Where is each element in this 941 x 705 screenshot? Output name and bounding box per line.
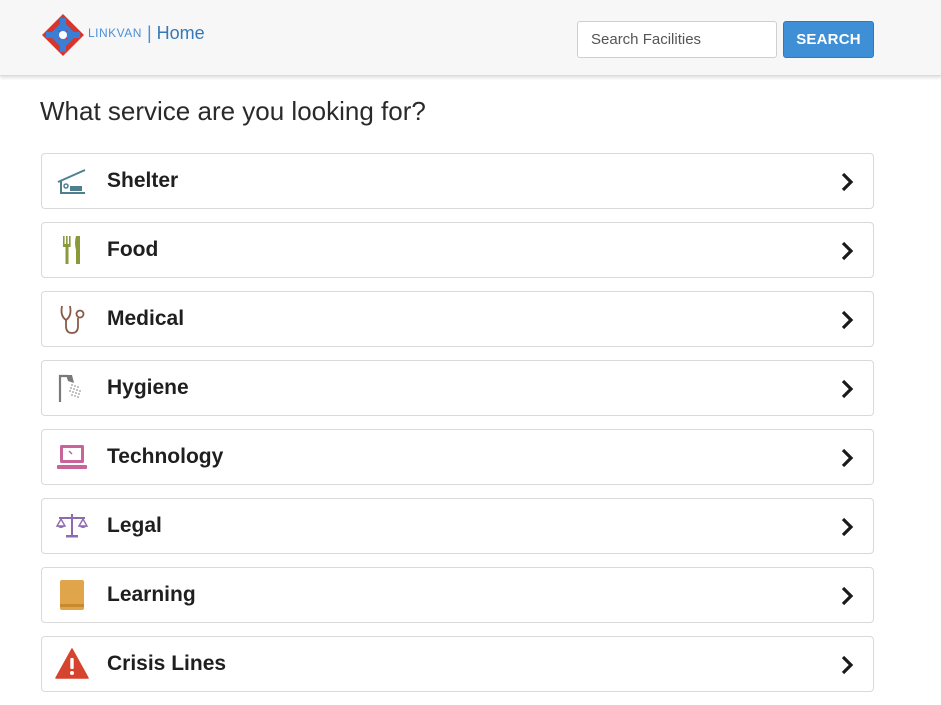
service-label: Hygiene — [107, 376, 189, 399]
service-item-technology[interactable]: Technology — [41, 429, 874, 485]
laptop-icon — [54, 440, 90, 474]
home-link[interactable]: Home — [157, 23, 205, 44]
stethoscope-icon — [54, 302, 90, 336]
chevron-right-icon — [841, 586, 854, 606]
shower-icon — [54, 371, 90, 405]
scales-icon — [54, 509, 90, 543]
service-label: Medical — [107, 307, 185, 330]
service-label: Shelter — [107, 169, 179, 192]
service-label: Technology — [107, 445, 224, 468]
chevron-right-icon — [841, 310, 854, 330]
warning-icon — [54, 647, 90, 681]
book-icon — [54, 578, 90, 612]
chevron-right-icon — [841, 448, 854, 468]
service-item-learning[interactable]: Learning — [41, 567, 874, 623]
service-label: Legal — [107, 514, 162, 537]
service-label: Food — [107, 238, 159, 261]
service-label: Learning — [107, 583, 196, 606]
search-input[interactable] — [577, 21, 777, 58]
page-title: What service are you looking for? — [40, 96, 426, 126]
brand-separator: | — [146, 22, 152, 43]
service-item-crisis-lines[interactable]: Crisis Lines — [41, 636, 874, 692]
service-item-legal[interactable]: Legal — [41, 498, 874, 554]
service-item-medical[interactable]: Medical — [41, 291, 874, 347]
service-item-hygiene[interactable]: Hygiene — [41, 360, 874, 416]
service-item-shelter[interactable]: Shelter — [41, 153, 874, 209]
top-navbar: LINKVAN | Home SEARCH — [0, 0, 941, 76]
chevron-right-icon — [841, 655, 854, 675]
chevron-right-icon — [841, 379, 854, 399]
fork-knife-icon — [54, 233, 90, 267]
chevron-right-icon — [841, 517, 854, 537]
search-button[interactable]: SEARCH — [783, 21, 874, 58]
service-item-food[interactable]: Food — [41, 222, 874, 278]
linkvan-logo-icon — [42, 14, 84, 56]
service-label: Crisis Lines — [107, 652, 227, 675]
shelter-icon — [54, 164, 90, 198]
chevron-right-icon — [841, 241, 854, 261]
brand-name: LINKVAN — [88, 26, 142, 40]
service-list: Shelter Food Medical Hygiene Technology … — [41, 153, 874, 705]
chevron-right-icon — [841, 172, 854, 192]
brand[interactable]: LINKVAN | Home — [40, 12, 205, 58]
